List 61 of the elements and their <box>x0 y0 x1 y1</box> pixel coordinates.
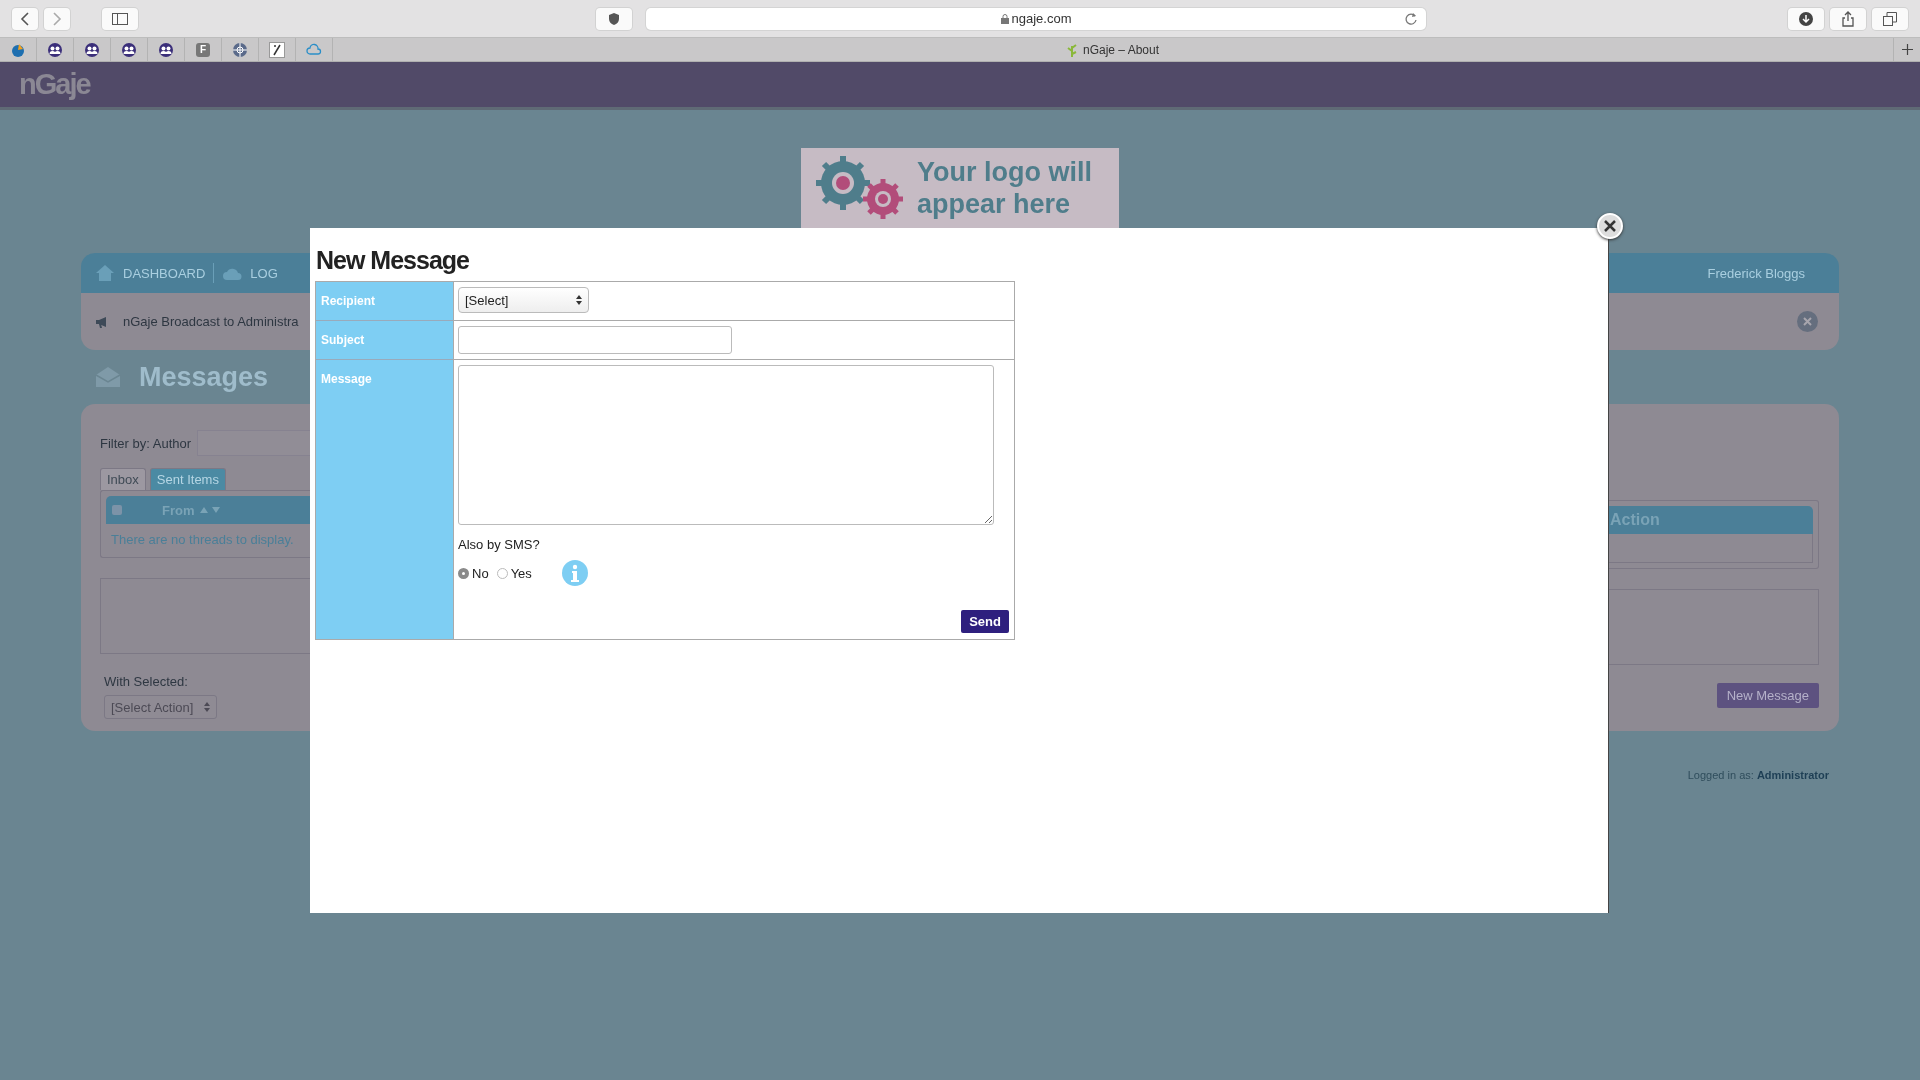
site-logo[interactable]: nGaje <box>19 68 90 101</box>
tab-title: nGaje – About <box>1082 42 1160 57</box>
cloud-icon[interactable] <box>306 41 322 58</box>
placeholder-text: appear here <box>917 188 1072 220</box>
shield-icon <box>608 11 620 26</box>
pinned-tab[interactable]: F <box>196 42 210 57</box>
radio-label[interactable]: Yes <box>510 565 532 581</box>
radio-button[interactable] <box>458 567 469 579</box>
checkbox[interactable] <box>112 505 122 515</box>
reload-icon <box>1404 11 1418 26</box>
tab[interactable]: Sent Items <box>149 468 226 490</box>
select-arrows-icon <box>204 702 210 712</box>
field-label: Message <box>316 360 453 639</box>
radio-label[interactable]: No <box>472 565 489 581</box>
placeholder-text: Your logo will <box>917 156 1092 188</box>
url-text: ngaje.com <box>1011 11 1072 26</box>
people-icon[interactable] <box>84 41 100 58</box>
author-field[interactable] <box>197 430 310 456</box>
nav-link[interactable]: DASHBOARD <box>95 264 206 282</box>
envelope-icon <box>95 366 121 388</box>
back-icon <box>20 11 30 26</box>
user-name[interactable]: Frederick Bloggs <box>1707 265 1805 281</box>
new-message-button[interactable]: New Message <box>1716 683 1819 708</box>
share-icon <box>1842 10 1854 27</box>
back-button[interactable] <box>12 7 38 30</box>
broadcast-text: nGaje Broadcast to Administra <box>123 314 299 329</box>
downloads-button[interactable] <box>1788 7 1824 30</box>
filter-label: Filter by: Author <box>100 435 192 451</box>
tabs-icon <box>1883 11 1897 26</box>
address-field[interactable]: ngaje.com <box>646 7 1426 30</box>
megaphone-icon <box>95 315 109 328</box>
field-label: Recipient <box>316 282 453 321</box>
recipient-select[interactable]: [Select] <box>458 287 589 313</box>
forward-icon <box>52 11 62 26</box>
privacy-button[interactable] <box>596 7 632 30</box>
add-tab-icon[interactable] <box>1901 44 1913 55</box>
close-icon <box>1604 220 1616 232</box>
subject-field[interactable] <box>458 326 732 354</box>
field-label: Subject <box>316 321 453 360</box>
people-icon[interactable] <box>158 41 174 58</box>
tab[interactable]: Inbox <box>100 468 146 490</box>
action-select[interactable]: [Select Action] <box>104 695 217 719</box>
with-selected-label: With Selected: <box>104 674 189 689</box>
people-icon[interactable] <box>47 41 63 58</box>
lock-icon <box>1000 13 1009 24</box>
send-button[interactable]: Send <box>961 610 1009 633</box>
nav-link[interactable]: LOG <box>222 264 278 282</box>
people-icon[interactable] <box>121 41 137 58</box>
plant-icon <box>1066 42 1077 57</box>
close-icon[interactable] <box>1797 311 1818 332</box>
empty-message: There are no threads to display. <box>110 531 295 549</box>
message-field[interactable] <box>458 365 994 525</box>
download-icon <box>1799 11 1813 26</box>
tabs-button[interactable] <box>1872 7 1908 30</box>
sidebar-button[interactable] <box>102 7 138 30</box>
select-arrows-icon <box>576 295 582 305</box>
sms-label: Also by SMS? <box>458 537 541 552</box>
share-button[interactable] <box>1830 7 1866 30</box>
page-title: Messages <box>139 361 269 393</box>
sidebar-icon <box>112 12 128 25</box>
modal-title: New Message <box>316 246 470 275</box>
